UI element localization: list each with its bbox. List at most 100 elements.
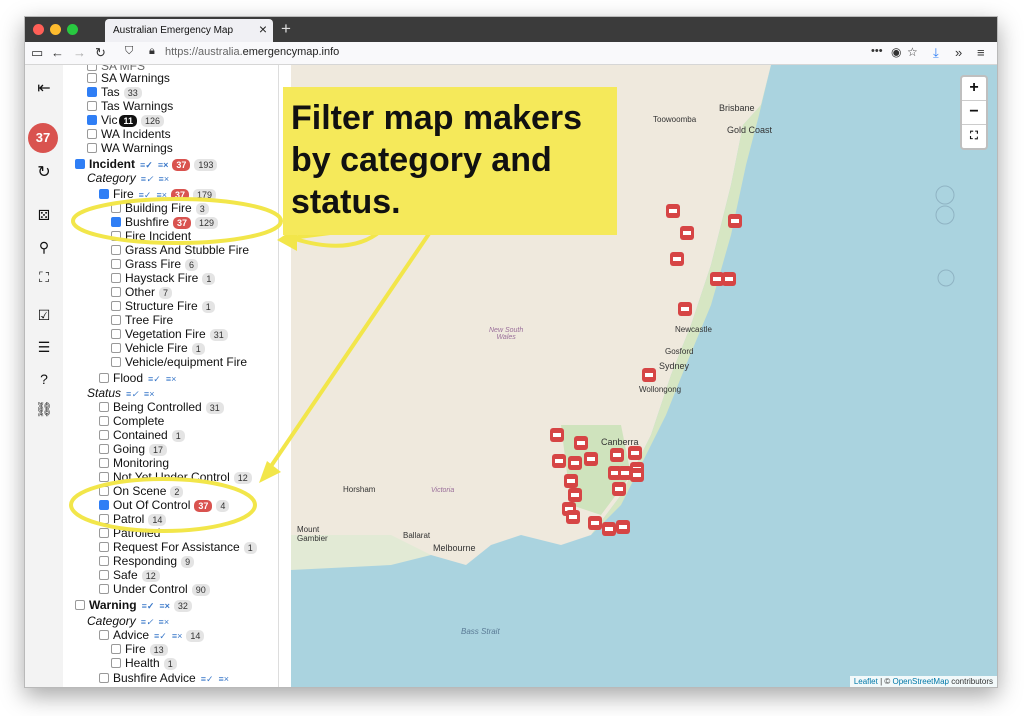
pocket-icon[interactable]: ◉ [891, 45, 901, 59]
list-item[interactable]: Structure Fire 1 [111, 299, 215, 313]
zoom-out-button[interactable]: − [962, 101, 986, 125]
help-icon[interactable]: ? [34, 369, 54, 389]
list-item[interactable]: Fire Incident [111, 229, 191, 243]
maximize-window-button[interactable] [67, 24, 78, 35]
sidebar-toggle-icon[interactable]: ▭ [31, 45, 43, 61]
menu-icon[interactable]: ≡ [977, 45, 985, 60]
close-tab-icon[interactable]: × [259, 21, 267, 37]
more-icon[interactable]: ••• [871, 45, 883, 57]
list-item[interactable]: Tas 33 [87, 85, 142, 99]
select-all-icon[interactable]: ≡✓ [141, 172, 154, 186]
checkbox[interactable] [87, 73, 97, 83]
overflow-icon[interactable]: » [955, 45, 962, 60]
bookmark-star-icon[interactable]: ☆ [907, 45, 918, 59]
list-item[interactable]: WA Incidents [87, 127, 171, 141]
fire-truck-icon [605, 527, 613, 531]
checkbox-icon[interactable]: ☑ [34, 305, 54, 325]
checkbox[interactable] [99, 500, 109, 510]
fire-truck-icon [591, 521, 599, 525]
list-item[interactable]: Advice ≡✓ ≡× 14 [99, 628, 205, 642]
list-item[interactable]: Other 7 [111, 285, 173, 299]
checkbox[interactable] [99, 189, 109, 199]
checkbox[interactable] [111, 217, 121, 227]
list-item-out-of-control[interactable]: Out Of Control 37 4 [99, 498, 230, 512]
browser-tab[interactable]: Australian Emergency Map × [105, 19, 273, 42]
checkbox[interactable] [75, 159, 85, 169]
list-item[interactable]: Building Fire 3 [111, 201, 209, 215]
list-item[interactable]: Under Control 90 [99, 582, 210, 596]
group-warning[interactable]: Warning ≡✓ ≡× 32 [75, 598, 192, 612]
alert-count-badge[interactable]: 37 [28, 123, 58, 153]
list-item[interactable]: Tas Warnings [87, 99, 173, 113]
list-item[interactable]: Contained 1 [99, 428, 185, 442]
zoom-control: + − ⛶ [960, 75, 988, 150]
fire-truck-icon [587, 457, 595, 461]
new-tab-icon[interactable]: + [281, 19, 291, 39]
list-item[interactable]: Grass Fire 6 [111, 257, 199, 271]
checkbox[interactable] [87, 143, 97, 153]
select-all-icon[interactable]: ≡✓ [126, 387, 139, 401]
list-item[interactable]: Being Controlled 31 [99, 400, 224, 414]
list-item[interactable]: Complete [99, 414, 164, 428]
group-incident[interactable]: Incident ≡✓ ≡× 37 193 [75, 157, 218, 172]
download-icon[interactable]: ⤓ [933, 45, 939, 61]
list-icon[interactable]: ☰ [34, 337, 54, 357]
location-icon[interactable]: ⚲ [34, 237, 54, 257]
list-item[interactable]: Patrolled [99, 526, 160, 540]
checkbox[interactable] [87, 129, 97, 139]
collapse-sidebar-icon[interactable]: ⇤ [34, 79, 54, 99]
dice-icon[interactable]: ⚄ [34, 205, 54, 225]
clear-icon[interactable]: ≡× [144, 387, 155, 401]
list-item[interactable]: Bushfire Advice ≡✓ ≡× [99, 671, 229, 685]
refresh-icon[interactable]: ↻ [34, 163, 54, 183]
link-icon[interactable]: ⛓ [34, 399, 54, 419]
list-item[interactable]: Fire 13 [111, 642, 168, 656]
checkbox[interactable] [87, 87, 97, 97]
fire-truck-icon [683, 231, 691, 235]
list-item[interactable]: Patrol 14 [99, 512, 167, 526]
browser-window: Australian Emergency Map × + ▭ ← → ↻ ⛉ 🔒… [24, 16, 998, 688]
fire-truck-icon [555, 459, 563, 463]
minimize-window-button[interactable] [50, 24, 61, 35]
osm-link[interactable]: OpenStreetMap [892, 677, 948, 686]
clear-icon[interactable]: ≡× [158, 158, 169, 172]
list-item[interactable]: Not Yet Under Control 12 [99, 470, 252, 484]
list-item[interactable]: WA Warnings [87, 141, 173, 155]
list-item[interactable]: On Scene 2 [99, 484, 184, 498]
select-all-icon[interactable]: ≡✓ [140, 158, 153, 172]
fire-truck-icon [619, 525, 627, 529]
fire-truck-icon [553, 433, 561, 437]
list-item[interactable]: Request For Assistance 1 [99, 540, 257, 554]
list-item-flood[interactable]: Flood ≡✓ ≡× [99, 371, 176, 385]
list-item[interactable]: SA Warnings [87, 71, 170, 85]
checkbox[interactable] [87, 101, 97, 111]
list-item[interactable]: Vehicle Fire 1 [111, 341, 205, 355]
list-item[interactable]: Vic 11 126 [87, 113, 164, 127]
leaflet-link[interactable]: Leaflet [854, 677, 878, 686]
checkbox[interactable] [87, 115, 97, 125]
shield-icon[interactable]: ⛉ [125, 45, 133, 58]
list-item[interactable]: Haystack Fire 1 [111, 271, 216, 285]
fullscreen-map-icon[interactable]: ⛶ [962, 125, 986, 148]
fullscreen-icon[interactable]: ⛶ [34, 267, 54, 287]
list-item-fire[interactable]: Fire ≡✓ ≡× 37 179 [99, 187, 217, 201]
list-item[interactable]: Health 1 [111, 656, 177, 670]
list-item[interactable]: Monitoring [99, 456, 169, 470]
list-item[interactable]: Tree Fire [111, 313, 173, 327]
list-item[interactable]: Going 17 [99, 442, 168, 456]
list-item-bushfire[interactable]: Bushfire 37 129 [111, 215, 219, 229]
address-bar[interactable]: 🔒︎ https://australia.emergencymap.info [145, 44, 865, 61]
fire-truck-icon [621, 471, 629, 475]
back-icon[interactable]: ← [51, 45, 64, 60]
list-item[interactable]: Grass And Stubble Fire [111, 243, 249, 257]
list-item[interactable]: Vehicle/equipment Fire [111, 355, 247, 369]
list-item[interactable]: Safe 12 [99, 568, 160, 582]
list-item[interactable]: Responding 9 [99, 554, 195, 568]
close-window-button[interactable] [33, 24, 44, 35]
clear-icon[interactable]: ≡× [159, 172, 170, 186]
reload-icon[interactable]: ↻ [95, 45, 106, 61]
forward-icon[interactable]: → [73, 45, 86, 60]
zoom-in-button[interactable]: + [962, 77, 986, 101]
list-item[interactable]: Vegetation Fire 31 [111, 327, 228, 341]
fire-truck-icon [731, 219, 739, 223]
